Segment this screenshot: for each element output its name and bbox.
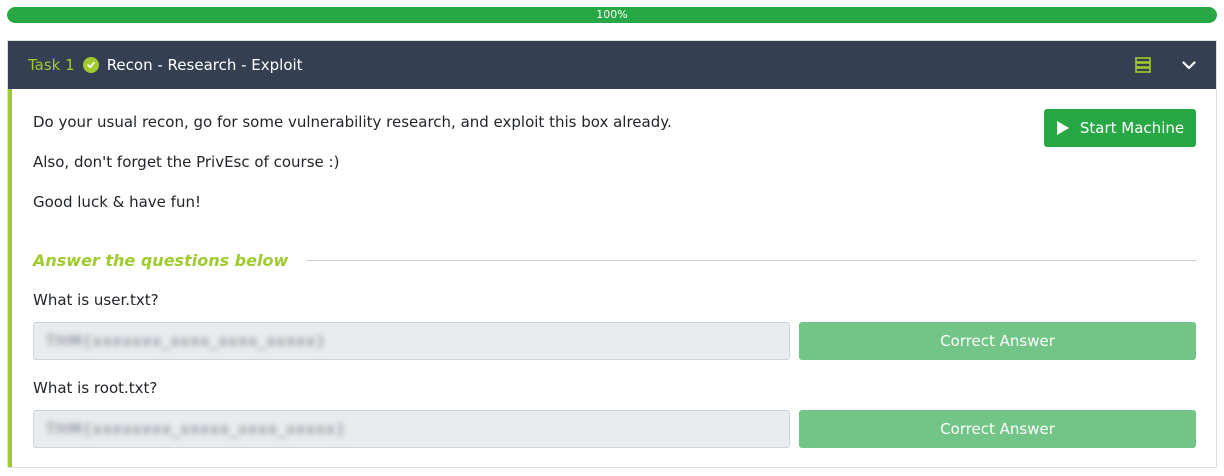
task-description-line: Also, don't forget the PrivEsc of course…	[33, 153, 340, 171]
server-icon[interactable]	[1134, 56, 1152, 74]
chevron-down-icon[interactable]	[1180, 56, 1198, 74]
task-body: Do your usual recon, go for some vulnera…	[8, 89, 1216, 467]
answer-field-root[interactable]: THM{xxxxxxxx_xxxxx_xxxx_xxxxx}	[33, 410, 790, 448]
answers-heading-text: Answer the questions below	[33, 250, 289, 270]
task-card: Task 1 Recon - Research - Exploit Do you…	[7, 40, 1217, 468]
progress-fill: 100%	[7, 7, 1217, 23]
correct-answer-button[interactable]: Correct Answer	[799, 410, 1196, 448]
start-machine-label: Start Machine	[1079, 119, 1185, 137]
progress-label: 100%	[596, 8, 628, 21]
check-circle-icon	[82, 57, 99, 73]
question-text: What is user.txt?	[33, 291, 159, 309]
play-icon	[1056, 121, 1069, 135]
task-title: Recon - Research - Exploit	[106, 56, 303, 74]
task-header[interactable]: Task 1 Recon - Research - Exploit	[8, 41, 1216, 89]
progress-bar: 100%	[7, 7, 1217, 23]
answer-field-user[interactable]: THM{xxxxxxx_xxxx_xxxx_xxxxx}	[33, 322, 790, 360]
task-description-line: Good luck & have fun!	[33, 193, 201, 211]
task-number: Task 1	[28, 56, 75, 74]
question-text: What is root.txt?	[33, 379, 158, 397]
start-machine-button[interactable]: Start Machine	[1044, 109, 1196, 147]
answer-value: THM{xxxxxxx_xxxx_xxxx_xxxxx}	[46, 332, 327, 350]
correct-answer-button[interactable]: Correct Answer	[799, 322, 1196, 360]
divider	[306, 259, 1196, 261]
answer-value: THM{xxxxxxxx_xxxxx_xxxx_xxxxx}	[46, 420, 347, 438]
task-description-line: Do your usual recon, go for some vulnera…	[33, 113, 672, 131]
answers-heading: Answer the questions below	[33, 248, 1196, 272]
